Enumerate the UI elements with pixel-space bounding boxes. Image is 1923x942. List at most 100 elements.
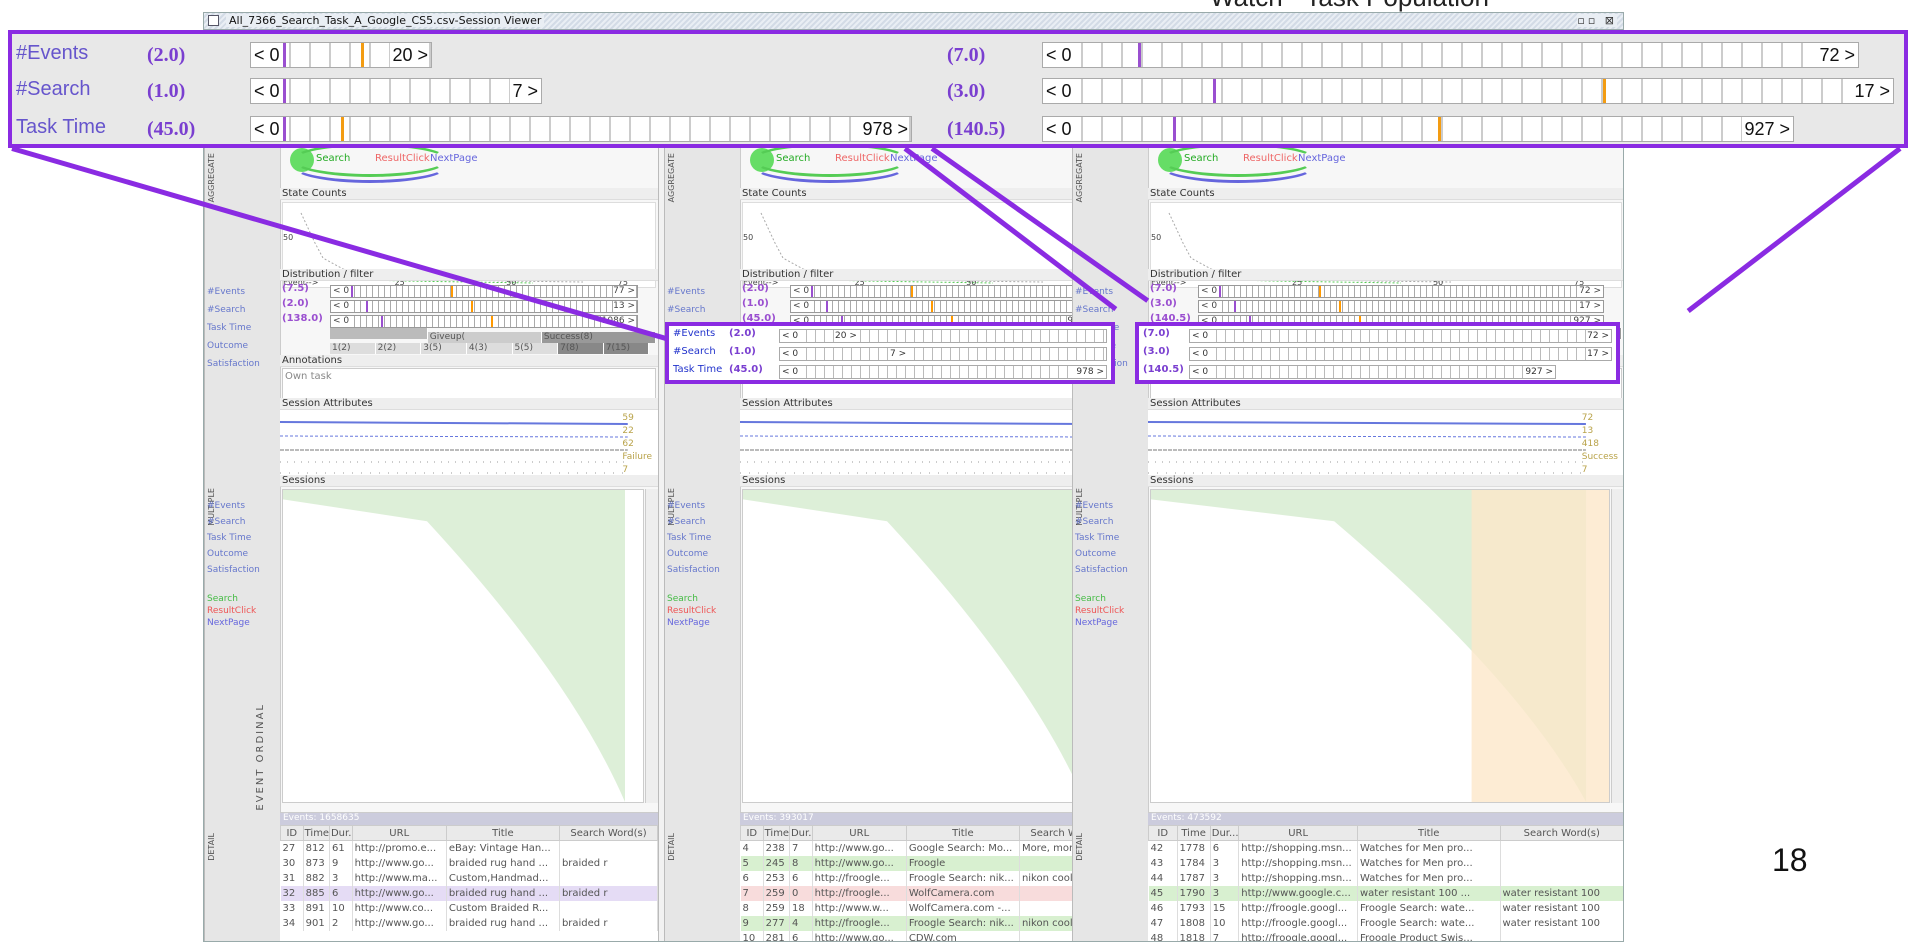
table-row[interactable]: 42 1778 6 http://shopping.msn... Watches for… [1148,840,1623,856]
filter-range-bar[interactable]: < 0 13 > [330,300,638,313]
column-header[interactable]: Title [1357,825,1501,841]
satisfaction-segment[interactable]: 7(8) [558,343,604,354]
zoom-right-range-bar[interactable]: < 0 927 > [1042,116,1794,142]
node-resultclick[interactable]: ResultClick [1243,153,1298,164]
table-cell: water resistant 100 [1500,901,1623,916]
column-header[interactable]: Search Word(s) [1499,825,1623,841]
zoom-left-range-bar[interactable]: < 0 978 > [250,116,912,142]
column-header[interactable]: ID [1148,825,1178,841]
sessions-scrollbar[interactable] [1611,489,1623,803]
table-row[interactable]: 33 891 10 http://www.co... Custom Braided R.… [280,901,658,916]
column-header[interactable]: Title [905,825,1020,841]
table-cell: 253 [763,871,790,886]
table-row[interactable]: 43 1784 3 http://shopping.msn... Watches for… [1148,856,1623,871]
column-header[interactable]: Time [1176,825,1211,841]
range-min: < 0 [1046,79,1074,103]
table-row[interactable]: 45 1790 3 http://www.google.c... water resis… [1148,886,1623,901]
zoom-left-range-bar[interactable]: < 0 7 > [250,78,542,104]
satisfaction-segment[interactable]: 1(2) [330,343,376,354]
column-header[interactable]: Title [445,825,560,841]
table-row[interactable]: 30 873 9 http://www.go... braided rug hand .… [280,856,658,871]
range-max: 72 > [1817,43,1855,67]
range-max: 927 > [1742,117,1790,141]
satisfaction-segment[interactable]: 3(5) [421,343,467,354]
session-attr-label: Satisfaction [207,565,260,575]
table-row[interactable]: 5 245 8 http://www.go... Froogle [740,856,1118,871]
table-row[interactable]: 8 259 18 http://www.w... WolfCamera.com -... [740,901,1118,916]
filter-row: (2.0) < 020 > [740,283,1118,298]
column-header[interactable]: Time [302,825,330,841]
sessions-matrix[interactable] [282,489,644,803]
table-row[interactable]: 46 1793 15 http://froogle.googl... Froogle S… [1148,901,1623,916]
filter-range-bar[interactable]: < 0 17 > [1198,300,1604,313]
table-row[interactable]: 48 1818 7 http://froogle.googl... Froogle Pr… [1148,931,1623,941]
zoom-right-range-bar[interactable]: < 0 17 > [1042,78,1894,104]
column-header[interactable]: ID [740,825,764,841]
table-row[interactable]: 4 238 7 http://www.go... Google Search: Mo..… [740,840,1118,856]
satisfaction-segment[interactable]: 5(5) [512,343,559,354]
table-cell: 5 [740,856,764,871]
table-row[interactable]: 10 281 6 http://www.go... CDW.com [740,931,1118,941]
satisfaction-segment[interactable]: 2(2) [375,343,422,354]
table-row[interactable]: 7 259 0 http://froogle... WolfCamera.com [740,886,1118,901]
node-search[interactable]: Search [316,153,350,164]
column-header[interactable]: Search Word(s) [558,825,658,841]
range-min: < 0 [254,79,282,103]
table-row[interactable]: 27 812 61 http://promo.e... eBay: Vintage Ha… [280,840,658,856]
node-nextpage[interactable]: NextPage [430,153,478,164]
outcome-segment[interactable]: Success(8) [541,332,656,343]
table-row[interactable]: 32 885 6 http://www.go... braided rug hand .… [280,886,658,901]
table-cell: 4 [740,840,764,856]
window-controls[interactable]: ▫▫ ⊠ [1577,14,1617,27]
column-header[interactable]: Dur... [788,825,813,841]
table-row[interactable]: 9 277 4 http://froogle... Froogle Search: ni… [740,916,1118,931]
table-row[interactable]: 47 1808 10 http://froogle.googl... Froogle S… [1148,916,1623,931]
node-search[interactable]: Search [1184,153,1218,164]
annotation-text[interactable]: Own task [282,368,656,402]
selection-marker [491,316,493,327]
node-resultclick[interactable]: ResultClick [375,153,430,164]
table-cell [559,901,658,916]
outcome-bar[interactable]: Giveup(Success(8) [330,328,656,343]
session-attr-label: #Search [207,517,246,527]
table-row[interactable]: 44 1787 3 http://shopping.msn... Watches for… [1148,871,1623,886]
column-header[interactable]: Time [762,825,790,841]
sessions-scrollbar[interactable] [645,489,658,803]
satisfaction-segment[interactable]: 4(3) [466,343,513,354]
filter-row: (2.0) < 0 13 > [280,298,658,313]
table-cell: 1808 [1177,916,1211,931]
sessions-plot [283,490,625,802]
outcome-segment[interactable]: Giveup( [427,332,542,343]
table-cell: Custom,Handmad... [446,871,560,886]
satisfaction-bar[interactable]: 1(2) 2(2) 3(5) 4(3) 5(5) 7(8) 7(15) [330,343,656,354]
legend-nextpage: NextPage [1075,618,1118,628]
column-header[interactable]: ID [280,825,304,841]
range-max: 978 > [860,117,908,141]
table-row[interactable]: 6 253 6 http://froogle... Froogle Search: ni… [740,871,1118,886]
table-cell: 34 [280,916,304,931]
filter-range-bar[interactable]: < 0 72 > [1198,285,1604,298]
table-row[interactable]: 34 901 2 http://www.go... braided rug hand .… [280,916,658,931]
node-resultclick[interactable]: ResultClick [835,153,890,164]
sessions-matrix[interactable] [1150,489,1610,803]
table-cell: http://www.go... [352,886,447,901]
column-header[interactable]: Dur... [328,825,353,841]
filter-range-bar[interactable]: < 07 > [790,300,1098,313]
node-search[interactable]: Search [776,153,810,164]
median-marker [1138,43,1141,67]
filter-range-bar[interactable]: < 020 > [790,285,1098,298]
satisfaction-segment[interactable]: 7(15) [603,343,650,354]
column-header[interactable]: URL [1238,825,1358,841]
node-nextpage[interactable]: NextPage [1298,153,1346,164]
outcome-segment[interactable] [330,328,428,339]
table-row[interactable]: 31 882 3 http://www.ma... Custom,Handmad... [280,871,658,886]
column-header[interactable]: Dur... [1209,825,1240,841]
column-header[interactable]: URL [811,825,907,841]
sessions-matrix[interactable] [742,489,1104,803]
table-cell: 6 [329,886,353,901]
events-table: IDTimeDur...URLTitleSearch Word(s)42387h… [740,825,1118,941]
window-titlebar[interactable]: All_7366_Search_Task_A_Google_CS5.csv-Se… [204,13,1623,30]
zoom-left-range-bar[interactable]: < 0 20 > [250,42,432,68]
column-header[interactable]: URL [351,825,447,841]
zoom-right-range-bar[interactable]: < 0 72 > [1042,42,1859,68]
